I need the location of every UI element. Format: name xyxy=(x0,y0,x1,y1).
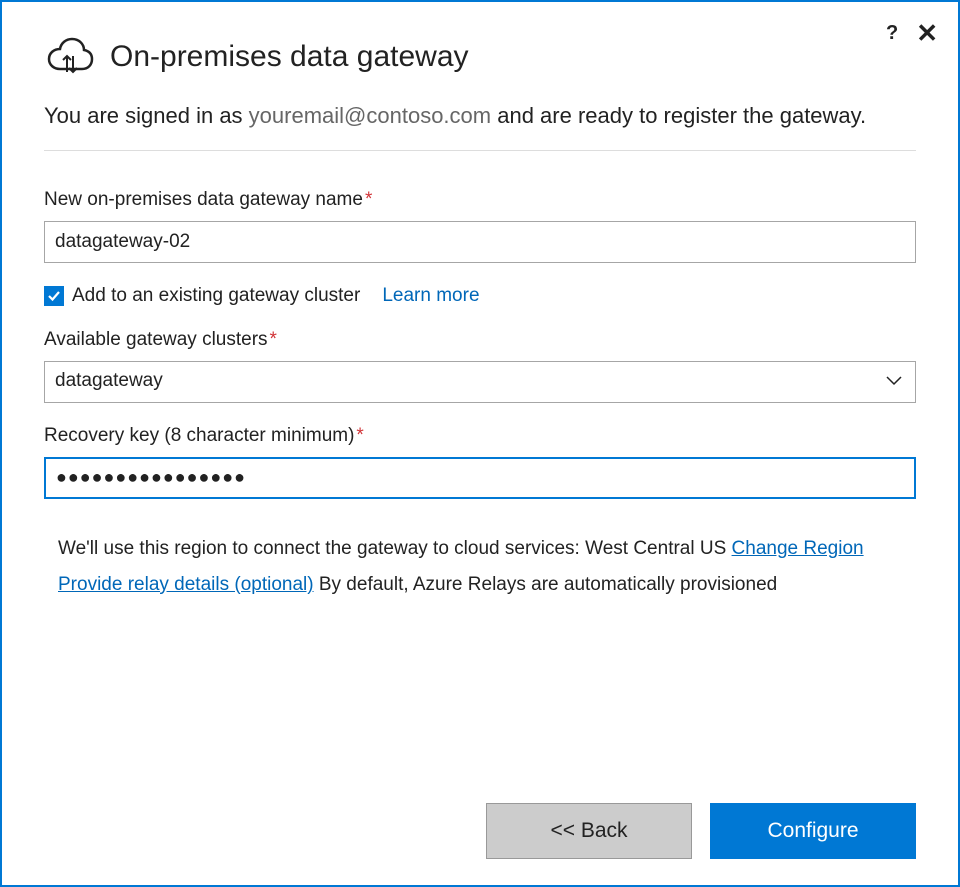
page-title: On-premises data gateway xyxy=(110,40,469,74)
add-cluster-label: Add to an existing gateway cluster xyxy=(72,285,360,307)
configure-button[interactable]: Configure xyxy=(710,803,916,859)
intro-prefix: You are signed in as xyxy=(44,103,249,128)
user-email: youremail@contoso.com xyxy=(249,103,491,128)
gateway-name-input[interactable] xyxy=(44,221,916,263)
add-cluster-checkbox[interactable] xyxy=(44,286,64,306)
relay-info: Provide relay details (optional) By defa… xyxy=(58,567,916,603)
clusters-label: Available gateway clusters* xyxy=(44,329,916,351)
intro-text: You are signed in as youremail@contoso.c… xyxy=(44,101,916,151)
relay-details-link[interactable]: Provide relay details (optional) xyxy=(58,574,314,595)
recovery-key-label: Recovery key (8 character minimum)* xyxy=(44,425,916,447)
clusters-select[interactable]: datagateway xyxy=(44,361,916,403)
change-region-link[interactable]: Change Region xyxy=(732,538,864,559)
region-name: West Central US xyxy=(585,538,731,559)
recovery-key-input[interactable]: ●●●●●●●●●●●●●●●● xyxy=(44,457,916,499)
required-asterisk: * xyxy=(270,329,277,350)
required-asterisk: * xyxy=(356,425,363,446)
back-button[interactable]: << Back xyxy=(486,803,692,859)
required-asterisk: * xyxy=(365,189,372,210)
gateway-name-label: New on-premises data gateway name* xyxy=(44,189,916,211)
close-icon[interactable]: ✕ xyxy=(916,20,938,46)
cloud-gateway-icon xyxy=(44,32,96,81)
intro-suffix: and are ready to register the gateway. xyxy=(491,103,866,128)
help-icon[interactable]: ? xyxy=(886,22,898,45)
learn-more-link[interactable]: Learn more xyxy=(382,285,479,307)
region-info: We'll use this region to connect the gat… xyxy=(58,531,916,567)
